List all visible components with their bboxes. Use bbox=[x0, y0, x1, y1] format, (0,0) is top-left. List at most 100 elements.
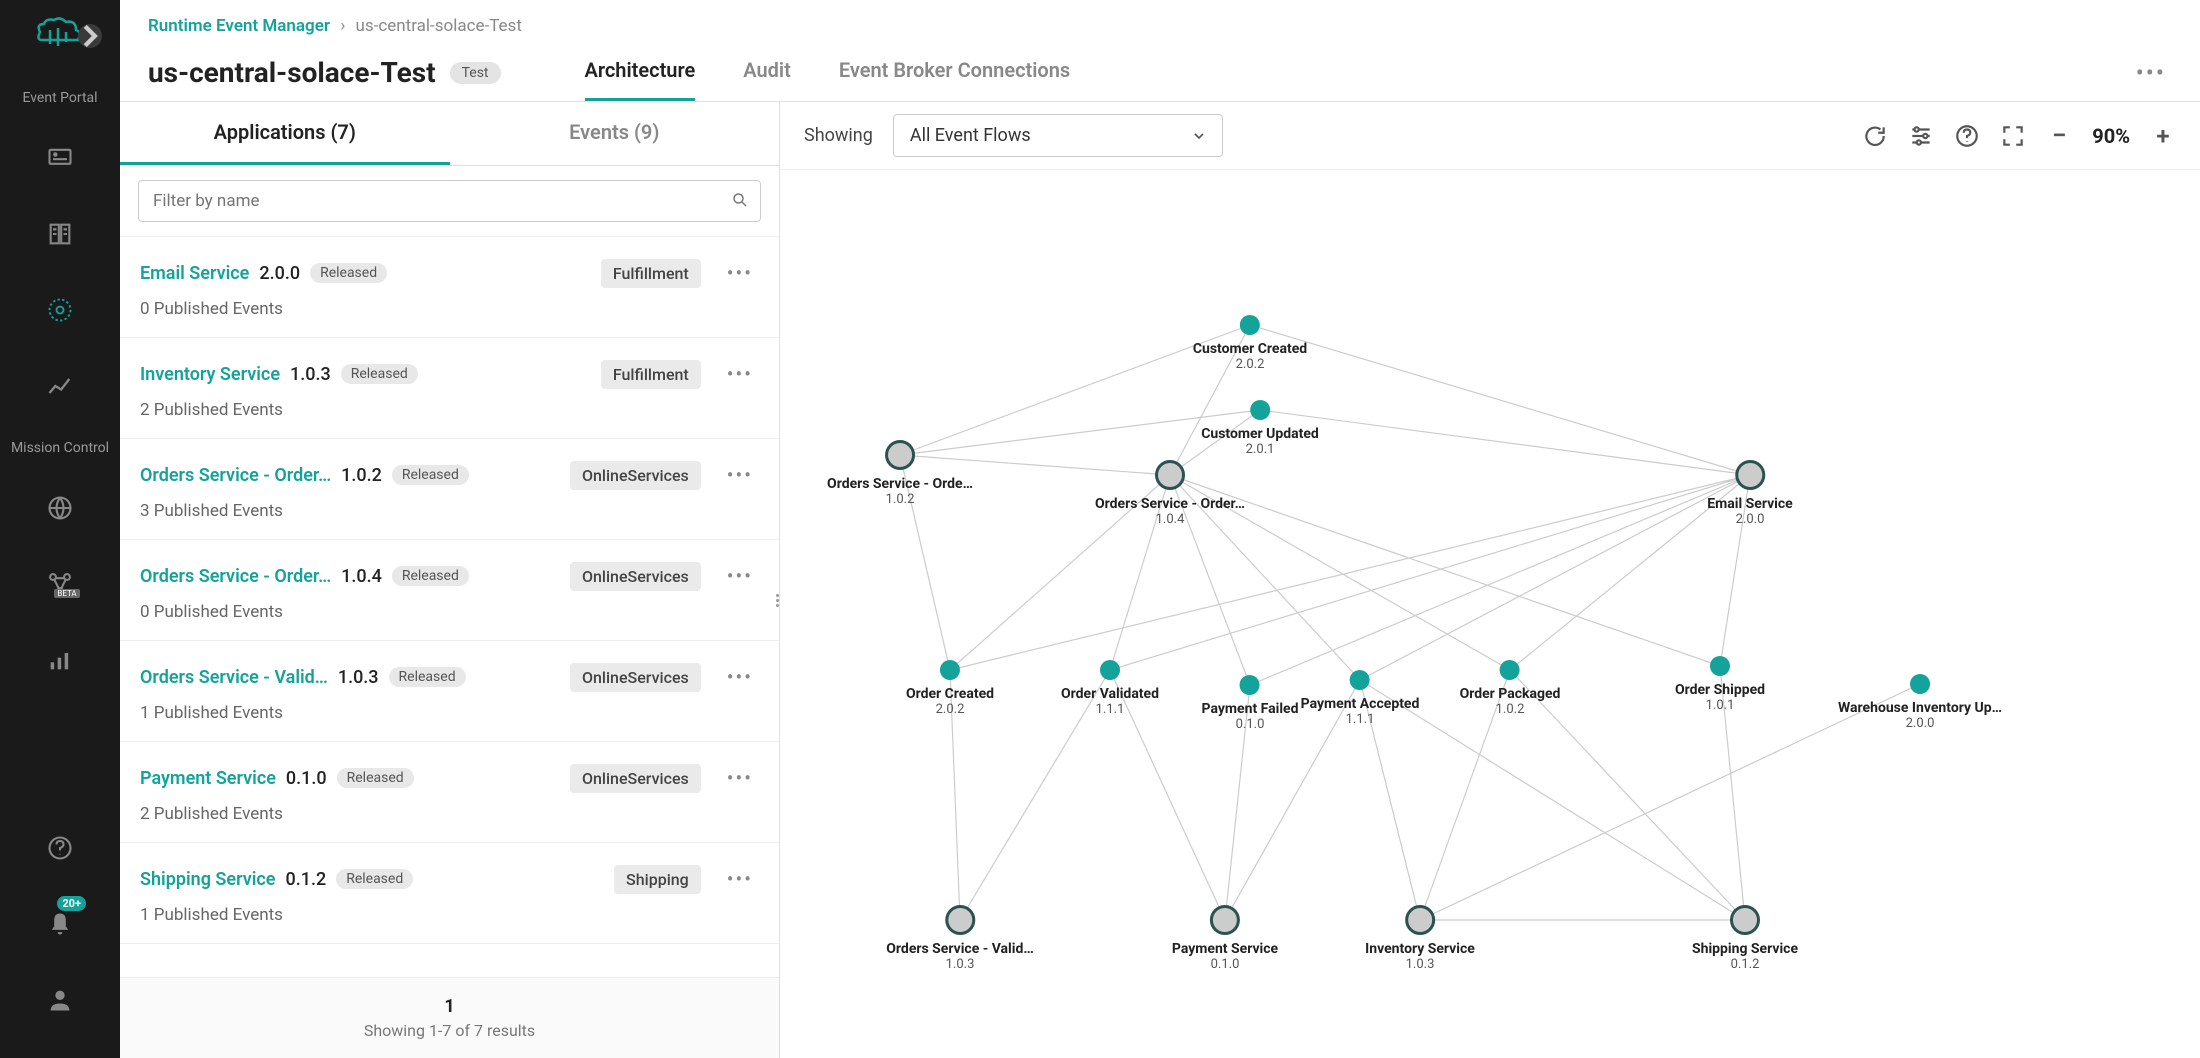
node-label: Warehouse Inventory Up… bbox=[1838, 700, 2002, 716]
node-label: Order Packaged bbox=[1460, 686, 1561, 702]
app-name-link[interactable]: Shipping Service bbox=[140, 869, 275, 890]
pagination-summary: Showing 1-7 of 7 results bbox=[138, 1021, 761, 1040]
node-version: 1.0.1 bbox=[1675, 698, 1765, 713]
tab-audit[interactable]: Audit bbox=[743, 44, 791, 101]
event-node[interactable]: Customer Updated 2.0.1 bbox=[1201, 400, 1319, 457]
zoom-in-button[interactable]: + bbox=[2150, 123, 2176, 149]
dropdown-value: All Event Flows bbox=[910, 125, 1031, 146]
app-version: 1.0.2 bbox=[341, 465, 382, 486]
event-node-icon bbox=[1500, 660, 1520, 680]
application-list-item: Email Service 2.0.0 Released Fulfillment… bbox=[120, 237, 779, 338]
subtab-events[interactable]: Events (9) bbox=[450, 102, 780, 165]
nav-mesh-icon[interactable]: BETA bbox=[44, 568, 76, 600]
app-published-events: 0 Published Events bbox=[140, 602, 759, 622]
app-actions-menu[interactable]: ••• bbox=[721, 457, 759, 493]
app-category-pill: Fulfillment bbox=[601, 360, 701, 389]
app-name-link[interactable]: Email Service bbox=[140, 263, 249, 284]
node-version: 0.1.0 bbox=[1202, 717, 1299, 732]
node-version: 1.1.1 bbox=[1061, 702, 1159, 717]
service-node[interactable]: Orders Service - Valid… 1.0.3 bbox=[886, 905, 1033, 972]
event-node[interactable]: Warehouse Inventory Up… 2.0.0 bbox=[1838, 674, 2002, 731]
app-actions-menu[interactable]: ••• bbox=[721, 861, 759, 897]
event-node[interactable]: Customer Created 2.0.2 bbox=[1193, 315, 1307, 372]
zoom-out-button[interactable]: − bbox=[2046, 123, 2072, 149]
canvas-help-icon[interactable] bbox=[1954, 123, 1980, 149]
node-label: Orders Service - Orde… bbox=[827, 476, 973, 492]
node-label: Orders Service - Valid… bbox=[886, 941, 1033, 957]
expand-sidebar-button[interactable] bbox=[78, 24, 102, 48]
tab-architecture[interactable]: Architecture bbox=[585, 44, 696, 101]
breadcrumb-root[interactable]: Runtime Event Manager bbox=[148, 16, 330, 36]
app-name-link[interactable]: Orders Service - Order… bbox=[140, 566, 331, 587]
app-actions-menu[interactable]: ••• bbox=[721, 659, 759, 695]
app-category-pill: OnlineServices bbox=[570, 764, 701, 793]
event-node[interactable]: Payment Accepted 1.1.1 bbox=[1301, 670, 1420, 727]
app-published-events: 0 Published Events bbox=[140, 299, 759, 319]
help-icon[interactable] bbox=[44, 832, 76, 864]
node-version: 2.0.0 bbox=[1838, 716, 2002, 731]
event-node[interactable]: Order Created 2.0.2 bbox=[906, 660, 994, 717]
refresh-icon[interactable] bbox=[1862, 123, 1888, 149]
nav-runtime-icon[interactable] bbox=[44, 294, 76, 326]
nav-analytics-icon[interactable] bbox=[44, 644, 76, 676]
event-node[interactable]: Order Shipped 1.0.1 bbox=[1675, 656, 1765, 713]
app-status-pill: Released bbox=[337, 768, 414, 788]
event-node-icon bbox=[1910, 674, 1930, 694]
user-avatar-icon[interactable] bbox=[44, 984, 76, 1016]
service-node[interactable]: Orders Service - Orde… 1.0.2 bbox=[827, 440, 973, 507]
node-version: 1.0.2 bbox=[1460, 702, 1561, 717]
applications-panel: Applications (7) Events (9) Email Servic… bbox=[120, 102, 780, 1058]
node-label: Payment Service bbox=[1172, 941, 1278, 957]
service-node-icon bbox=[945, 905, 975, 935]
fullscreen-icon[interactable] bbox=[2000, 123, 2026, 149]
event-node[interactable]: Payment Failed 0.1.0 bbox=[1202, 675, 1299, 732]
service-node[interactable]: Payment Service 0.1.0 bbox=[1172, 905, 1278, 972]
event-node[interactable]: Order Validated 1.1.1 bbox=[1061, 660, 1159, 717]
event-node-icon bbox=[1350, 670, 1370, 690]
app-version: 1.0.3 bbox=[338, 667, 379, 688]
page-number[interactable]: 1 bbox=[138, 996, 761, 1017]
page-actions-menu[interactable]: ••• bbox=[2130, 53, 2172, 93]
app-status-pill: Released bbox=[389, 667, 466, 687]
service-node-icon bbox=[1210, 905, 1240, 935]
node-label: Customer Created bbox=[1193, 341, 1307, 357]
node-version: 0.1.0 bbox=[1172, 957, 1278, 972]
service-node[interactable]: Shipping Service 0.1.2 bbox=[1692, 905, 1798, 972]
service-node[interactable]: Inventory Service 1.0.3 bbox=[1365, 905, 1475, 972]
app-actions-menu[interactable]: ••• bbox=[721, 255, 759, 291]
nav-cluster-icon[interactable] bbox=[44, 492, 76, 524]
graph-panel: Showing All Event Flows − 90% + Orders S… bbox=[780, 102, 2200, 1058]
app-name-link[interactable]: Orders Service - Order… bbox=[140, 465, 331, 486]
nav-designer-icon[interactable] bbox=[44, 142, 76, 174]
app-name-link[interactable]: Inventory Service bbox=[140, 364, 280, 385]
node-version: 2.0.2 bbox=[906, 702, 994, 717]
graph-canvas[interactable]: Orders Service - Orde… 1.0.2 Orders Serv… bbox=[780, 170, 2200, 1058]
application-list-item: Inventory Service 1.0.3 Released Fulfill… bbox=[120, 338, 779, 439]
event-node[interactable]: Order Packaged 1.0.2 bbox=[1460, 660, 1561, 717]
service-node[interactable]: Orders Service - Order… 1.0.4 bbox=[1095, 460, 1245, 527]
app-actions-menu[interactable]: ••• bbox=[721, 356, 759, 392]
nav-insights-icon[interactable] bbox=[44, 370, 76, 402]
event-node-icon bbox=[1710, 656, 1730, 676]
node-label: Inventory Service bbox=[1365, 941, 1475, 957]
app-actions-menu[interactable]: ••• bbox=[721, 760, 759, 796]
subtab-applications[interactable]: Applications (7) bbox=[120, 102, 450, 165]
application-list-item: Orders Service - Order… 1.0.4 Released O… bbox=[120, 540, 779, 641]
app-actions-menu[interactable]: ••• bbox=[721, 558, 759, 594]
service-node[interactable]: Email Service 2.0.0 bbox=[1707, 460, 1792, 527]
tab-event-broker-connections[interactable]: Event Broker Connections bbox=[839, 44, 1070, 101]
node-version: 1.0.4 bbox=[1095, 512, 1245, 527]
app-category-pill: OnlineServices bbox=[570, 461, 701, 490]
app-name-link[interactable]: Orders Service - Valid… bbox=[140, 667, 328, 688]
app-name-link[interactable]: Payment Service bbox=[140, 768, 276, 789]
node-label: Order Created bbox=[906, 686, 994, 702]
nav-catalog-icon[interactable] bbox=[44, 218, 76, 250]
breadcrumb: Runtime Event Manager › us-central-solac… bbox=[148, 16, 2172, 36]
settings-icon[interactable] bbox=[1908, 123, 1934, 149]
pagination: 1 Showing 1-7 of 7 results bbox=[120, 977, 779, 1058]
filter-input[interactable] bbox=[138, 180, 761, 222]
notifications-icon[interactable] bbox=[44, 908, 76, 940]
flow-filter-dropdown[interactable]: All Event Flows bbox=[893, 114, 1223, 157]
page-title: us-central-solace-Test bbox=[148, 56, 436, 89]
logo bbox=[30, 14, 90, 54]
